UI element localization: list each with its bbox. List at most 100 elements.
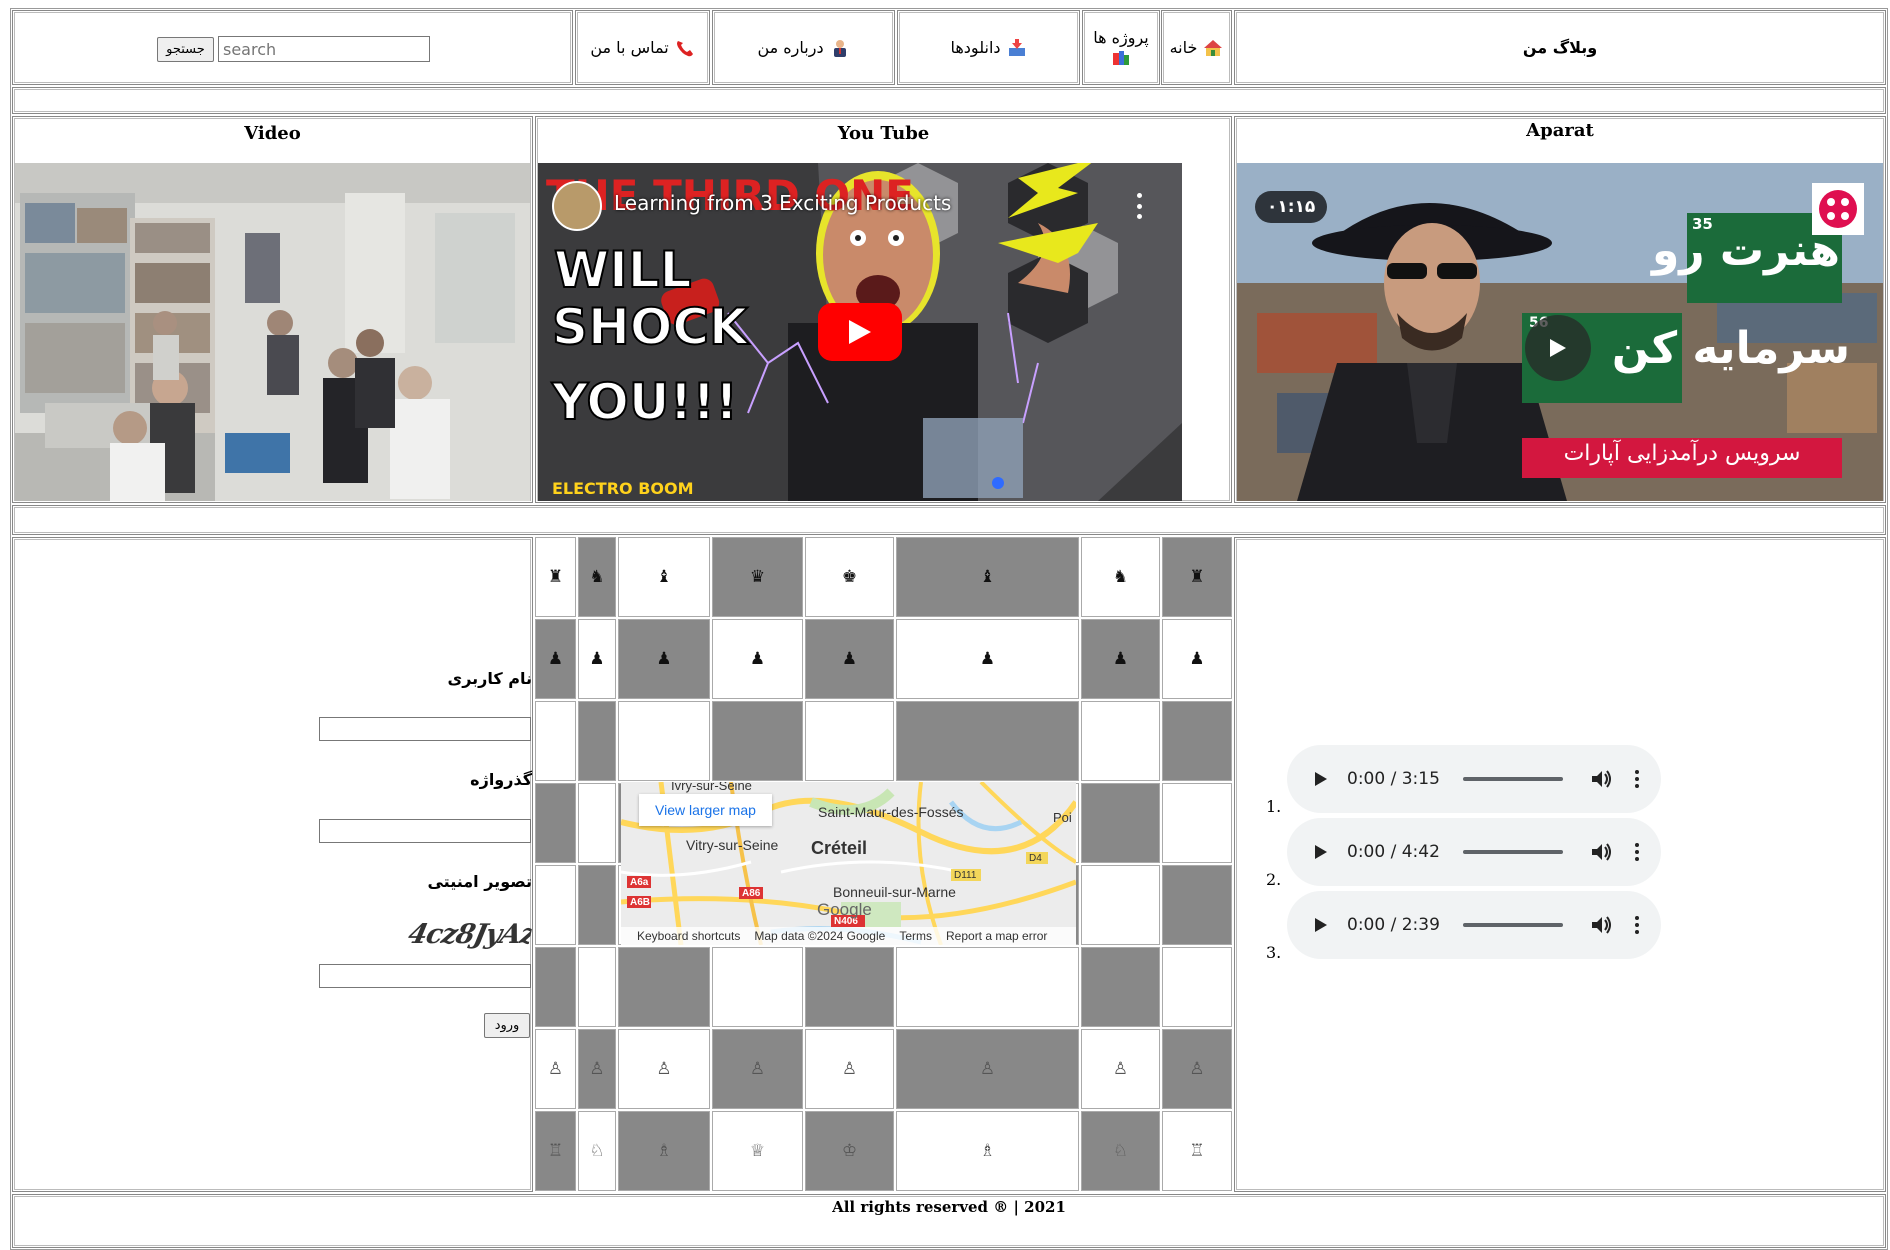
chess-square: ♗: [896, 1111, 1079, 1191]
map-keyboard-shortcuts-link[interactable]: Keyboard shortcuts: [637, 929, 740, 943]
audio-progress-slider[interactable]: [1463, 777, 1563, 781]
chess-piece: ♝: [656, 567, 672, 587]
volume-icon[interactable]: [1591, 915, 1613, 935]
chess-square: ♟: [618, 619, 710, 699]
password-label: گذرواژه: [470, 770, 532, 789]
chess-square: [1081, 701, 1160, 781]
aparat-logo-icon: [1819, 190, 1857, 228]
chess-piece: ♘: [1112, 1141, 1129, 1161]
chess-square: [1162, 865, 1232, 945]
search-input[interactable]: [218, 36, 430, 62]
chess-square: [805, 947, 894, 1027]
chess-piece: ♟: [749, 649, 766, 669]
map-road-5: D4: [1029, 853, 1042, 864]
chess-square: [578, 701, 616, 781]
audio-item-number: 2.: [1266, 870, 1282, 889]
map-embed[interactable]: Ivry-sur-Seine Saint-Maur-des-Fossés Vit…: [621, 782, 1076, 945]
play-icon[interactable]: [1313, 770, 1329, 788]
play-icon[interactable]: [1313, 916, 1329, 934]
youtube-embed[interactable]: THE THIRD ONE WILL SHOCK YOU!!! ELECTRO …: [538, 163, 1182, 501]
chess-square: [1162, 947, 1232, 1027]
footer-text: All rights reserved ® | 2021: [832, 1198, 1066, 1216]
audio-more-icon[interactable]: [1635, 843, 1639, 861]
chess-square: ♘: [1081, 1111, 1160, 1191]
nav-projects[interactable]: پروژه ها: [1082, 10, 1160, 85]
chess-square: ♟: [535, 619, 576, 699]
chess-piece: ♜: [1189, 567, 1205, 587]
volume-icon[interactable]: [1591, 842, 1613, 862]
map-terms-link[interactable]: Terms: [899, 929, 932, 943]
chess-piece: ♖: [1189, 1141, 1205, 1161]
chess-piece: ♟: [1189, 649, 1205, 669]
nav-downloads-label: دانلودها: [950, 38, 1001, 57]
chess-piece: ♝: [979, 567, 996, 587]
chess-square: [896, 701, 1079, 781]
volume-icon[interactable]: [1591, 769, 1613, 789]
chess-square: ♙: [1162, 1029, 1232, 1109]
aparat-banner: سرویس درآمدزایی آپارات: [1563, 441, 1801, 466]
audio-progress-slider[interactable]: [1463, 850, 1563, 854]
audio-time: 0:00 / 3:15: [1347, 769, 1440, 789]
chess-square: ♖: [1162, 1111, 1232, 1191]
chess-square: [578, 947, 616, 1027]
username-field[interactable]: [319, 717, 531, 741]
map-report-error-link[interactable]: Report a map error: [946, 929, 1047, 943]
captcha-field[interactable]: [319, 964, 531, 988]
chess-square: [618, 701, 710, 781]
chess-piece: ♙: [656, 1059, 672, 1079]
nav-contact[interactable]: تماس با من: [575, 10, 710, 85]
chess-piece: ♙: [547, 1059, 564, 1079]
map-larger-link[interactable]: View larger map: [639, 794, 772, 826]
audio-player[interactable]: 0:00 / 2:39: [1287, 891, 1661, 959]
map-road-1: A6a: [630, 877, 649, 888]
nav-about-label: درباره من: [757, 38, 824, 57]
chess-square: ♙: [535, 1029, 576, 1109]
chess-square: [535, 783, 576, 863]
audio-progress-slider[interactable]: [1463, 923, 1563, 927]
spacer-row-2: [12, 505, 1886, 535]
video-player[interactable]: [15, 163, 530, 501]
chess-square: [1081, 865, 1160, 945]
video-header: Video: [244, 123, 301, 144]
chess-piece: ♛: [749, 567, 766, 587]
chess-piece: ♟: [1112, 649, 1129, 669]
google-logo: Google: [817, 900, 872, 919]
nav-projects-label: پروژه ها: [1093, 28, 1149, 47]
chess-square: ♚: [805, 537, 894, 617]
aparat-play-button[interactable]: [1525, 315, 1591, 381]
aparat-header: Aparat: [1526, 120, 1594, 141]
aparat-embed[interactable]: ۰۱:۱۵ 35 هنرت رو 56 سرمایه کن سرویس درآم…: [1237, 163, 1883, 501]
footer-cell: All rights reserved ® | 2021: [12, 1194, 1886, 1248]
search-button[interactable]: جستجو: [157, 37, 214, 62]
map-road-4: D111: [954, 870, 977, 881]
password-field[interactable]: [319, 819, 531, 843]
youtube-more-icon[interactable]: [1134, 193, 1144, 219]
captcha-label: تصویر امنیتی: [427, 872, 532, 891]
login-button[interactable]: ورود: [484, 1013, 530, 1038]
chess-square: ♖: [535, 1111, 576, 1191]
youtube-channel-avatar[interactable]: [552, 181, 602, 231]
search-cell: جستجو: [12, 10, 573, 85]
chess-square: [896, 947, 1079, 1027]
books-icon: [1113, 51, 1129, 65]
nav-about[interactable]: درباره من: [712, 10, 895, 85]
nav-home[interactable]: خانه: [1161, 10, 1232, 85]
map-place-3: Vitry-sur-Seine: [686, 837, 779, 853]
nav-downloads[interactable]: دانلودها: [897, 10, 1080, 85]
chess-piece: ♞: [589, 567, 605, 587]
chess-square: ♛: [712, 537, 803, 617]
audio-player[interactable]: 0:00 / 3:15: [1287, 745, 1661, 813]
chess-square: ♙: [805, 1029, 894, 1109]
chess-square: ♙: [896, 1029, 1079, 1109]
audio-more-icon[interactable]: [1635, 770, 1639, 788]
play-icon: [1550, 339, 1566, 357]
chess-square: [805, 701, 894, 781]
audio-time: 0:00 / 4:42: [1347, 842, 1440, 862]
youtube-video-title[interactable]: Learning from 3 Exciting Products: [614, 191, 951, 215]
chess-square: [535, 701, 576, 781]
youtube-play-button[interactable]: [818, 303, 902, 361]
audio-player[interactable]: 0:00 / 4:42: [1287, 818, 1661, 886]
chess-piece: ♟: [841, 649, 858, 669]
play-icon[interactable]: [1313, 843, 1329, 861]
audio-more-icon[interactable]: [1635, 916, 1639, 934]
